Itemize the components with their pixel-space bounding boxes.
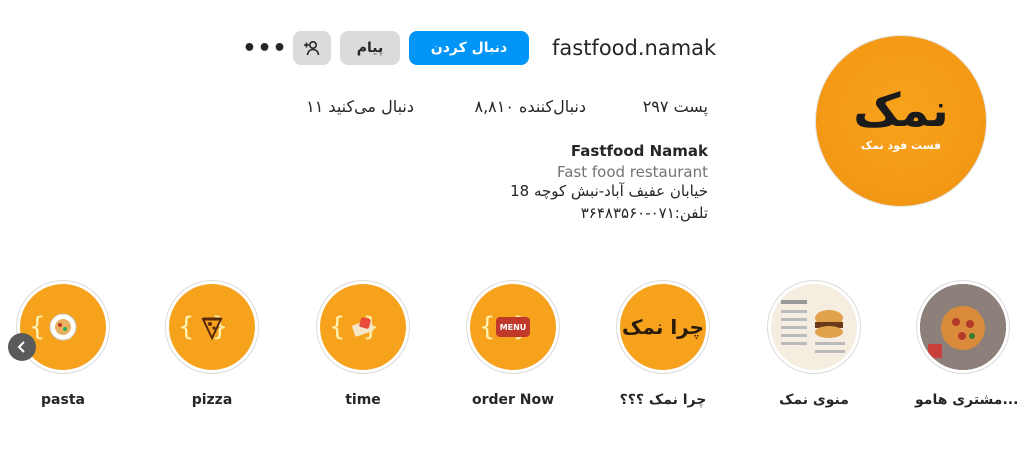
avatar-logo-text: نمک <box>853 83 949 137</box>
highlight-order-now[interactable]: {} MENU order Now <box>465 280 561 408</box>
chevron-left-icon <box>17 341 25 353</box>
add-user-button[interactable] <box>293 31 331 65</box>
highlight-why-namak[interactable]: چرا نمک چرا نمک ؟؟؟ <box>615 280 711 408</box>
highlight-label: چرا نمک ؟؟؟ <box>619 392 707 408</box>
message-button[interactable]: پیام <box>340 31 400 65</box>
highlight-label: pasta <box>41 392 85 408</box>
highlight-label: مشتری هامو... <box>915 392 1019 408</box>
posts-count: ۲۹۷ پست <box>642 97 708 116</box>
highlight-label: time <box>345 392 381 408</box>
menu-badge-icon: MENU <box>496 317 530 337</box>
pizza-slice-icon <box>201 317 223 341</box>
why-namak-cover-text: چرا نمک <box>621 315 705 339</box>
follow-button[interactable]: دنبال کردن <box>409 31 529 65</box>
more-options-button[interactable]: ••• <box>242 31 286 65</box>
highlight-customers[interactable]: مشتری هامو... <box>915 280 1019 408</box>
bio-category: Fast food restaurant <box>556 163 708 181</box>
menu-photo <box>771 284 857 370</box>
bio-phone: تلفن:۰۷۱-۳۶۴۸۳۵۶۰ <box>580 204 708 222</box>
highlight-namak-menu[interactable]: منوی نمک <box>766 280 862 408</box>
highlight-label: pizza <box>191 392 233 408</box>
scroll-left-button[interactable] <box>8 333 36 361</box>
highlight-time[interactable]: {} time <box>315 280 411 408</box>
highlight-pizza[interactable]: {} pizza <box>164 280 260 408</box>
time-icon <box>352 317 374 337</box>
avatar-logo-subtext: فست فود نمک <box>860 139 942 152</box>
bio-address: خیابان عفیف آباد-نبش کوچه 18 <box>510 182 708 200</box>
profile-avatar[interactable]: نمک فست فود نمک <box>815 35 987 207</box>
followers-count[interactable]: ۸,۸۱۰ دنبال‌کننده <box>474 97 586 116</box>
menu-badge-text: MENU <box>499 322 527 332</box>
bio-name: Fastfood Namak <box>570 142 708 160</box>
following-count[interactable]: ۱۱ دنبال می‌کنید <box>306 97 414 116</box>
profile-username: fastfood.namak <box>552 36 717 60</box>
highlight-label: منوی نمک <box>779 392 849 408</box>
highlight-label: order Now <box>471 392 555 408</box>
pasta-icon <box>49 313 77 341</box>
add-user-icon <box>304 40 320 56</box>
customer-photo <box>920 284 1006 370</box>
